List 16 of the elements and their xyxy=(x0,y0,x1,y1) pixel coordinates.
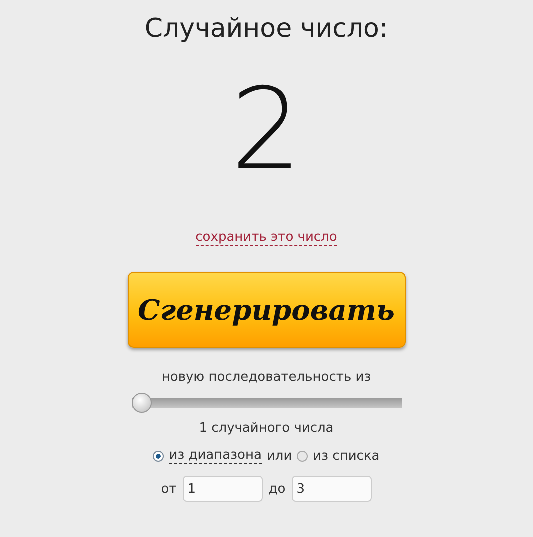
radio-label[interactable]: из диапазона xyxy=(169,448,262,464)
slider-thumb[interactable] xyxy=(132,393,152,413)
sequence-label: новую последовательность из xyxy=(162,370,372,385)
save-number-link[interactable]: сохранить это число xyxy=(196,230,338,246)
radio-button[interactable] xyxy=(297,450,308,462)
joiner-text: или xyxy=(266,448,292,464)
random-number: 2 xyxy=(230,74,302,186)
radio-label[interactable]: из списка xyxy=(313,448,380,464)
radio-button[interactable] xyxy=(153,450,164,462)
from-field[interactable]: 1 xyxy=(182,476,263,502)
to-field[interactable]: 3 xyxy=(292,476,372,502)
from-label: от xyxy=(161,482,177,496)
count-text: 1 случайного числа xyxy=(199,421,334,436)
to-label: до xyxy=(268,482,286,496)
page-title: Случайное число: xyxy=(144,14,388,44)
generate-button[interactable]: Сгенерировать xyxy=(128,272,406,348)
